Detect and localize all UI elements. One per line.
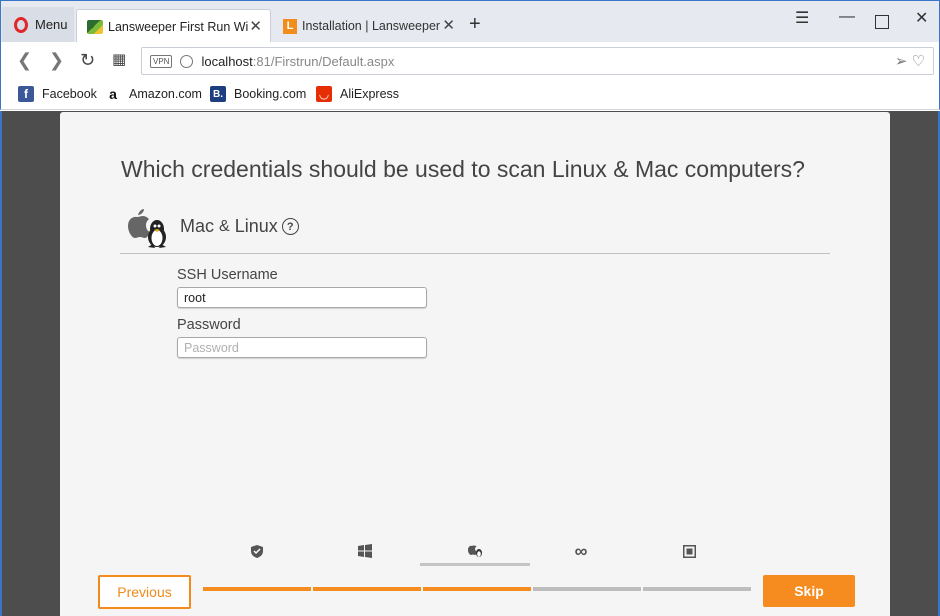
page-viewport: Which credentials should be used to scan… (0, 111, 940, 616)
bookmark-label: Amazon.com (129, 87, 202, 101)
bookmarks-bar: f Facebook a Amazon.com B. Booking.com ◡… (0, 80, 940, 110)
url-host: localhost (201, 53, 253, 69)
windows-icon (358, 544, 372, 558)
close-tab-icon[interactable]: ✕ (442, 16, 455, 34)
address-toolbar: ❮ ❯ ↻ ▦ VPN localhost:81/Firstrun/Defaul… (0, 42, 940, 80)
close-tab-icon[interactable]: ✕ (249, 17, 262, 35)
bookmark-facebook[interactable]: f Facebook (18, 86, 97, 102)
menu-label: Menu (35, 17, 68, 32)
minimize-icon[interactable]: — (839, 8, 855, 26)
tab-lansweeper-wizard[interactable]: Lansweeper First Run Wizard ✕ (76, 9, 271, 43)
progress-segment (533, 587, 641, 591)
aliexpress-icon: ◡ (316, 86, 332, 102)
step-infinity[interactable]: ∞ (526, 536, 636, 566)
tab-strip: Menu Lansweeper First Run Wizard ✕ L Ins… (0, 0, 940, 43)
bookmark-amazon[interactable]: a Amazon.com (105, 86, 202, 102)
bookmark-label: Booking.com (234, 87, 307, 101)
help-icon[interactable]: ? (281, 218, 299, 235)
ssh-username-input[interactable] (177, 287, 427, 308)
opera-menu-button[interactable]: Menu (2, 7, 74, 42)
booking-icon: B. (210, 86, 226, 102)
tab-title: Lansweeper First Run Wizard (108, 19, 248, 34)
password-input[interactable] (177, 337, 427, 358)
apple-linux-icon (468, 545, 482, 557)
previous-button[interactable]: Previous (98, 575, 191, 609)
page-title: Which credentials should be used to scan… (121, 156, 805, 182)
section-title-amp: & (219, 217, 230, 235)
tab-installation[interactable]: L Installation | Lansweeper IT Asset Man… (273, 9, 463, 43)
progress-segment (643, 587, 751, 591)
lansweeper-favicon-icon (87, 19, 103, 34)
facebook-icon: f (18, 86, 34, 102)
forward-icon[interactable]: ❯ (49, 50, 64, 70)
infinity-icon: ∞ (574, 540, 588, 561)
tab-title: Installation | Lansweeper IT Asset Manag… (302, 19, 442, 33)
speed-dial-icon[interactable]: ▦ (112, 50, 126, 70)
globe-icon[interactable] (180, 54, 194, 68)
shield-icon (251, 544, 263, 558)
step-box[interactable] (634, 536, 744, 566)
address-bar[interactable]: VPN localhost:81/Firstrun/Default.aspx ➢… (141, 47, 934, 75)
password-label: Password (177, 317, 241, 333)
section-title-mac: Mac (180, 216, 215, 236)
progress-segment (313, 587, 421, 591)
close-window-icon[interactable]: ✕ (915, 8, 928, 28)
opera-logo-icon (14, 16, 28, 33)
vpn-badge[interactable]: VPN (150, 54, 173, 68)
skip-button[interactable]: Skip (763, 575, 855, 607)
section-title: Mac & Linux ? (180, 216, 299, 237)
wizard-progress-bar (203, 587, 753, 592)
box-icon (682, 544, 696, 558)
apple-linux-icon (128, 209, 166, 248)
amazon-icon: a (109, 86, 117, 102)
reload-icon[interactable]: ↻ (80, 50, 95, 70)
step-mac-linux[interactable] (420, 536, 530, 566)
maximize-icon[interactable] (875, 15, 889, 29)
section-divider (120, 253, 830, 254)
back-icon[interactable]: ❮ (17, 50, 32, 70)
progress-segment (203, 587, 311, 591)
ssh-username-label: SSH Username (177, 267, 278, 283)
bookmark-aliexpress[interactable]: ◡ AliExpress (316, 86, 399, 102)
send-and-heart-icons[interactable]: ➢ ♡ (895, 52, 925, 70)
progress-segment (423, 587, 531, 591)
step-security[interactable] (202, 536, 312, 566)
bookmark-label: AliExpress (340, 87, 400, 101)
bookmark-label: Facebook (42, 87, 97, 101)
tab-menu-icon[interactable]: ☰ (795, 8, 809, 28)
wizard-steps: ∞ (60, 536, 890, 566)
bookmark-booking[interactable]: B. Booking.com (210, 86, 306, 102)
new-tab-button[interactable]: + (469, 14, 481, 34)
url-path: :81/Firstrun/Default.aspx (252, 53, 395, 69)
step-windows[interactable] (310, 536, 420, 566)
lansweeper-l-favicon-icon: L (283, 18, 297, 34)
section-title-linux: Linux (234, 216, 278, 236)
wizard-card: Which credentials should be used to scan… (60, 112, 890, 616)
